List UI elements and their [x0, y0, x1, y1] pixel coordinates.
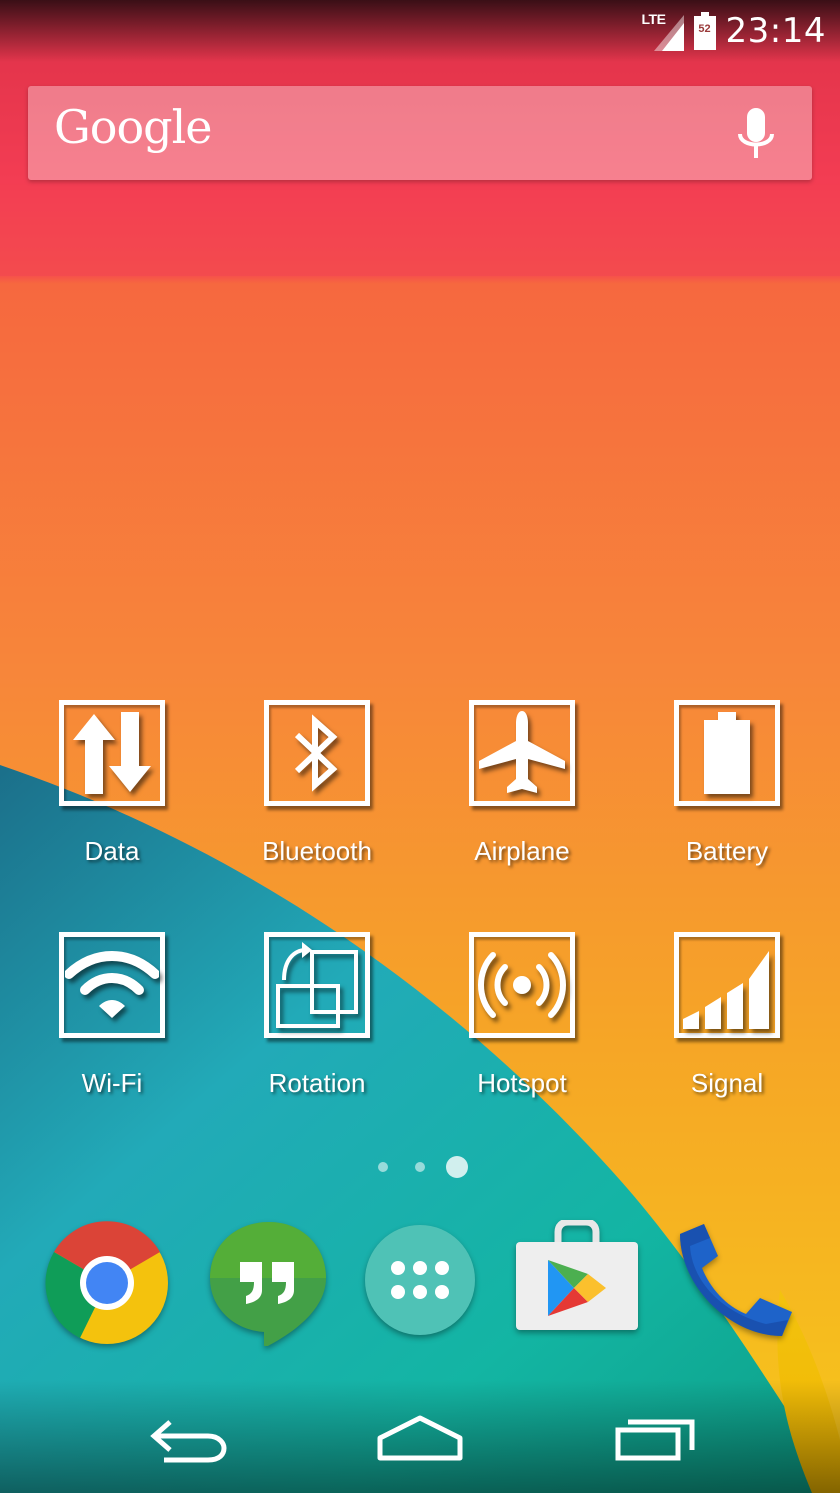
toggle-label: Hotspot	[477, 1068, 567, 1098]
microphone-icon[interactable]	[736, 108, 776, 164]
toggle-bluetooth[interactable]: Bluetooth	[227, 700, 407, 890]
toggle-label: Data	[84, 836, 140, 866]
app-drawer-icon	[365, 1225, 475, 1335]
toggle-battery[interactable]: Battery	[637, 700, 817, 890]
dock-app-play-store[interactable]	[514, 1220, 640, 1346]
toggle-label: Wi-Fi	[81, 1068, 143, 1098]
back-button[interactable]	[128, 1406, 248, 1466]
google-search-bar[interactable]: Google	[28, 86, 812, 180]
signal-icon	[683, 951, 769, 1029]
status-clock: 23:14	[725, 11, 826, 51]
status-bar: LTE 52 23:14	[0, 0, 840, 62]
toggle-label: Bluetooth	[262, 836, 372, 866]
toggle-data-box	[59, 700, 165, 806]
toggle-battery-box	[674, 700, 780, 806]
hotspot-icon	[478, 952, 566, 1018]
back-icon	[150, 1420, 227, 1463]
dock-app-chrome[interactable]	[44, 1220, 170, 1346]
page-dot-current	[446, 1156, 468, 1178]
toggle-label: Battery	[685, 836, 769, 866]
phone-icon	[680, 1224, 792, 1336]
bluetooth-icon	[294, 714, 338, 792]
play-store-icon	[516, 1220, 638, 1330]
wifi-icon	[65, 951, 159, 1018]
hangouts-icon	[210, 1222, 326, 1346]
battery-status-icon: 52	[693, 12, 716, 50]
toggle-hotspot-box	[469, 932, 575, 1038]
dock-app-phone[interactable]	[670, 1220, 796, 1346]
chrome-icon	[45, 1221, 168, 1344]
navigation-bar	[0, 1380, 840, 1493]
dock-app-drawer[interactable]	[362, 1220, 488, 1346]
toggle-data[interactable]: Data	[22, 700, 202, 890]
page-dot	[415, 1162, 425, 1172]
battery-level: 52	[698, 23, 711, 35]
data-arrows-icon	[73, 712, 151, 794]
page-indicator	[372, 1156, 472, 1178]
toggle-label: Rotation	[268, 1068, 366, 1098]
toggle-signal[interactable]: Signal	[637, 932, 817, 1122]
battery-icon	[704, 712, 750, 794]
toggle-label: Signal	[690, 1068, 764, 1098]
toggle-hotspot[interactable]: Hotspot	[432, 932, 612, 1122]
lte-signal-icon: LTE	[642, 11, 684, 51]
airplane-icon	[479, 711, 565, 793]
toggle-rotation[interactable]: Rotation	[227, 932, 407, 1122]
recents-button[interactable]	[596, 1406, 716, 1466]
home-button[interactable]	[360, 1406, 480, 1466]
rotation-icon	[276, 942, 358, 1028]
toggle-wifi-box	[59, 932, 165, 1038]
toggle-signal-box	[674, 932, 780, 1038]
toggle-bluetooth-box	[264, 700, 370, 806]
toggle-rotation-box	[264, 932, 370, 1038]
recents-icon	[615, 1419, 695, 1461]
toggle-airplane-box	[469, 700, 575, 806]
toggle-wifi[interactable]: Wi-Fi	[22, 932, 202, 1122]
toggle-label: Airplane	[474, 836, 570, 866]
page-dot	[378, 1162, 388, 1172]
dock-app-hangouts[interactable]	[206, 1220, 332, 1346]
toggle-airplane[interactable]: Airplane	[432, 700, 612, 890]
home-icon	[377, 1415, 463, 1461]
google-logo: Google	[54, 100, 213, 154]
